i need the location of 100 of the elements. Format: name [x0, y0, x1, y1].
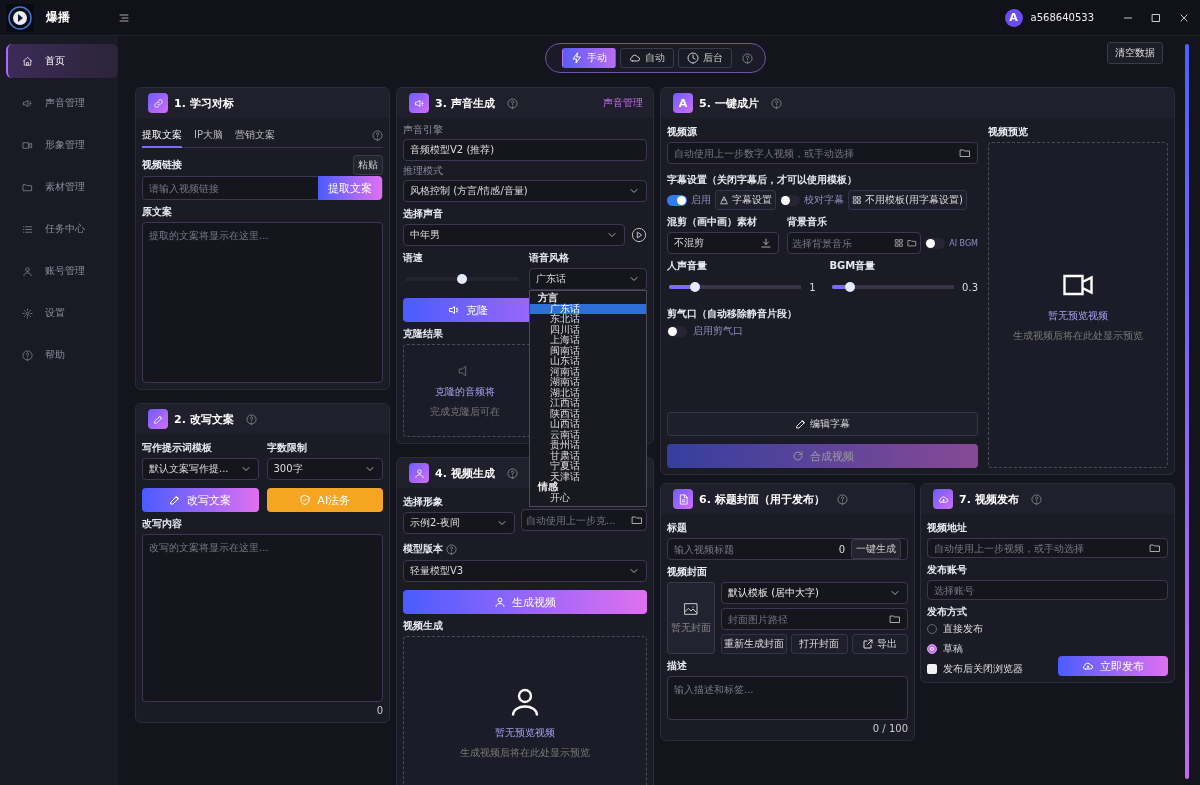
refresh-icon [791, 450, 804, 462]
generate-title-button[interactable]: 一键生成 [851, 539, 901, 559]
dropdown-option[interactable]: 贵州话 [530, 440, 646, 451]
sidebar-item[interactable]: 声音管理 [6, 86, 118, 120]
bgm-field[interactable]: 选择背景音乐 [787, 232, 922, 254]
sidebar-item[interactable]: 形象管理 [6, 128, 118, 162]
paste-button[interactable]: 粘贴 [353, 155, 383, 175]
slider-thumb[interactable] [457, 274, 467, 284]
avatar[interactable]: A [1004, 8, 1023, 27]
mode-tab[interactable]: 手动 [561, 48, 616, 68]
tab[interactable]: IP大脑 [194, 128, 223, 148]
template-button[interactable]: 不用模板(用字幕设置) [848, 190, 967, 210]
help-icon[interactable] [770, 97, 782, 109]
engine-select[interactable]: 音频模型V2 (推荐) [403, 139, 647, 161]
account-input[interactable]: 选择账号 [927, 580, 1168, 600]
dropdown-option[interactable]: 东北话 [530, 314, 646, 325]
bgm-input[interactable]: 选择背景音乐 [792, 237, 892, 249]
dropdown-option[interactable]: 江西话 [530, 398, 646, 409]
help-icon[interactable] [506, 97, 518, 109]
toggle-switch[interactable] [667, 194, 687, 206]
dropdown-option[interactable]: 开心 [530, 492, 646, 503]
title-input[interactable]: 输入视频标题 [674, 543, 833, 555]
maximize-icon[interactable] [1150, 11, 1162, 24]
sidebar-item[interactable]: 账号管理 [6, 254, 118, 288]
dropdown-option[interactable]: 上海话 [530, 335, 646, 346]
model-select[interactable]: 轻量模型V3 [403, 560, 647, 582]
voice-manage-link[interactable]: 声音管理 [603, 96, 643, 110]
help-icon[interactable] [446, 543, 457, 555]
dropdown-option[interactable]: 陕西话 [530, 408, 646, 419]
voice-select[interactable]: 中年男 [403, 224, 625, 246]
help-icon[interactable] [245, 413, 257, 425]
dropdown-option[interactable]: 云南话 [530, 429, 646, 440]
subtitle-settings-button[interactable]: 字幕设置 [715, 190, 776, 210]
mode-select[interactable]: 风格控制 (方言/情感/音量) [403, 180, 647, 202]
sidebar-item[interactable]: 首页 [6, 44, 118, 78]
edit-subtitle-button[interactable]: 编辑字幕 [667, 412, 978, 436]
text-area[interactable]: 改写的文案将显示在这里... [142, 534, 383, 702]
lightning-icon [570, 52, 583, 64]
folder-icon[interactable] [631, 514, 643, 526]
menu-icon[interactable] [118, 11, 130, 24]
dropdown-option[interactable]: 河南话 [530, 366, 646, 377]
dropdown-option[interactable]: 湖南话 [530, 377, 646, 388]
radio-button[interactable] [927, 644, 937, 654]
dropdown-option[interactable]: 闽南话 [530, 345, 646, 356]
dropdown-option[interactable]: 山西话 [530, 419, 646, 430]
template-select[interactable]: 默认文案写作提... [142, 458, 259, 480]
play-icon[interactable] [631, 227, 647, 243]
scrollbar[interactable] [1185, 44, 1189, 779]
folder-icon[interactable] [959, 147, 971, 159]
dropdown-option[interactable]: 天津话 [530, 471, 646, 482]
dropdown-option[interactable]: 山东话 [530, 356, 646, 367]
dropdown-option[interactable]: 甘肃话 [530, 450, 646, 461]
link-field[interactable]: 请输入视频链接 提取文案 [142, 176, 383, 200]
sidebar-item[interactable]: 素材管理 [6, 170, 118, 204]
slider-thumb[interactable] [690, 282, 701, 292]
checkbox[interactable] [927, 664, 937, 674]
sidebar-item[interactable]: 设置 [6, 296, 118, 330]
rewrite-button[interactable]: 改写文案 [142, 488, 259, 512]
tab[interactable]: 营销文案 [235, 128, 275, 148]
toggle-switch[interactable] [925, 237, 946, 249]
sidebar-item[interactable]: 帮助 [6, 338, 118, 372]
export-button[interactable]: 导出 [851, 634, 908, 654]
help-icon[interactable] [372, 129, 383, 141]
style-select[interactable]: 广东话 [529, 268, 647, 290]
cover-template-select[interactable]: 默认模板 (居中大字) [721, 582, 908, 604]
slider-thumb[interactable] [844, 282, 855, 292]
dropdown-option[interactable]: 宁夏话 [530, 461, 646, 472]
open-cover-button[interactable]: 打开封面 [791, 634, 848, 654]
description-field[interactable]: 输入描述和标签... [667, 676, 908, 720]
avatar-select[interactable]: 示例2-夜间 [403, 512, 515, 534]
generate-video-button[interactable]: 生成视频 [403, 590, 647, 614]
help-icon[interactable] [836, 493, 848, 505]
dropdown-option[interactable]: 湖北话 [530, 387, 646, 398]
mix-select[interactable]: 不混剪 [667, 232, 779, 254]
clear-data-button[interactable]: 清空数据 [1107, 42, 1163, 64]
account-name[interactable]: a568640533 [1030, 12, 1094, 23]
folder-icon[interactable] [907, 238, 918, 248]
help-icon[interactable] [741, 52, 753, 64]
mode-tab[interactable]: 自动 [619, 48, 674, 68]
cover-path-input[interactable]: 封面图片路径 [728, 613, 883, 625]
toggle-switch[interactable] [780, 194, 800, 206]
grid-icon[interactable] [894, 238, 905, 248]
tab[interactable]: 提取文案 [142, 128, 182, 148]
cover-path-field[interactable]: 封面图片路径 [721, 608, 908, 630]
title-field[interactable]: 输入视频标题 0 一键生成 [667, 538, 908, 560]
dropdown-option[interactable]: 广东话 [530, 303, 646, 314]
text-area[interactable]: 提取的文案将显示在这里... [142, 222, 383, 383]
publish-button[interactable]: 立即发布 [1058, 656, 1168, 676]
extract-button[interactable]: 提取文案 [318, 176, 382, 200]
dropdown-option[interactable]: 四川话 [530, 324, 646, 335]
limit-select[interactable]: 300字 [266, 458, 383, 480]
help-icon[interactable] [506, 467, 518, 479]
toggle-switch[interactable] [667, 325, 687, 337]
mode-tab[interactable]: 后台 [677, 48, 732, 68]
folder-icon[interactable] [1149, 542, 1161, 554]
sidebar-item[interactable]: 任务中心 [6, 212, 118, 246]
regenerate-cover-button[interactable]: 重新生成封面 [721, 634, 787, 654]
help-icon[interactable] [1030, 493, 1042, 505]
folder-icon[interactable] [889, 613, 901, 625]
link-input[interactable]: 请输入视频链接 [149, 182, 312, 194]
